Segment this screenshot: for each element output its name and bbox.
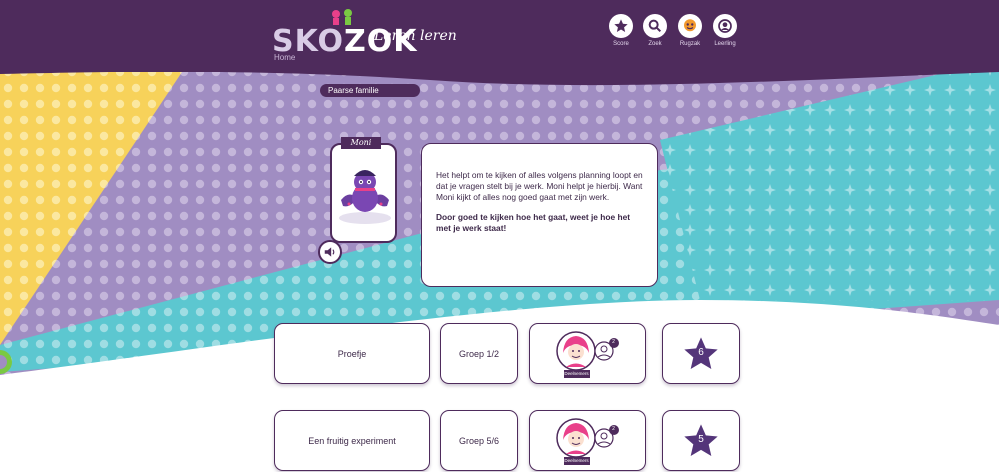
speaker-icon [324,247,335,257]
participants-card[interactable]: 2 Deelnemers [529,323,646,384]
character-description: Het helpt om te kijken of alles volgens … [436,170,643,202]
character-info-box: Het helpt om te kijken of alles volgens … [421,143,658,287]
user-icon [713,14,737,38]
logo-tagline: Leren leren [374,28,457,44]
score-card[interactable]: 5 [662,410,740,471]
breadcrumb-home[interactable]: Home [274,53,295,62]
character-tip: Door goed te kijken hoe het gaat, weet j… [436,212,631,233]
nav-rugzak[interactable]: Rugzak [670,14,710,47]
star-score: 6 [698,346,704,358]
lesson-title-card[interactable]: Een fruitig experiment [274,410,430,471]
lesson-group-card[interactable]: Groep 5/6 [440,410,518,471]
nav-zoek[interactable]: Zoek [635,14,675,47]
family-label: Paarse familie [320,84,420,97]
lesson-title: Proefje [337,348,367,359]
character-illustration-icon [339,170,391,224]
speaker-button[interactable] [318,240,342,264]
lesson-group: Groep 5/6 [458,435,500,446]
header-bar [0,0,999,72]
nav-leerling[interactable]: Leerling [705,14,745,47]
participants-count: 2 [612,338,615,345]
character-name: Moni [341,137,381,149]
lesson-group: Groep 1/2 [458,348,500,359]
star-score: 5 [698,433,704,445]
participants-label: Deelnemers [563,456,590,465]
backpack-icon [678,14,702,38]
search-icon [643,14,667,38]
score-card[interactable]: 6 [662,323,740,384]
lesson-group-card[interactable]: Groep 1/2 [440,323,518,384]
participants-count: 2 [612,425,615,432]
lesson-title: Een fruitig experiment [308,435,396,446]
star-icon [609,14,633,38]
participants-card[interactable]: 2 Deelnemers [529,410,646,471]
lesson-title-card[interactable]: Proefje [274,323,430,384]
participants-label: Deelnemers [563,369,590,378]
